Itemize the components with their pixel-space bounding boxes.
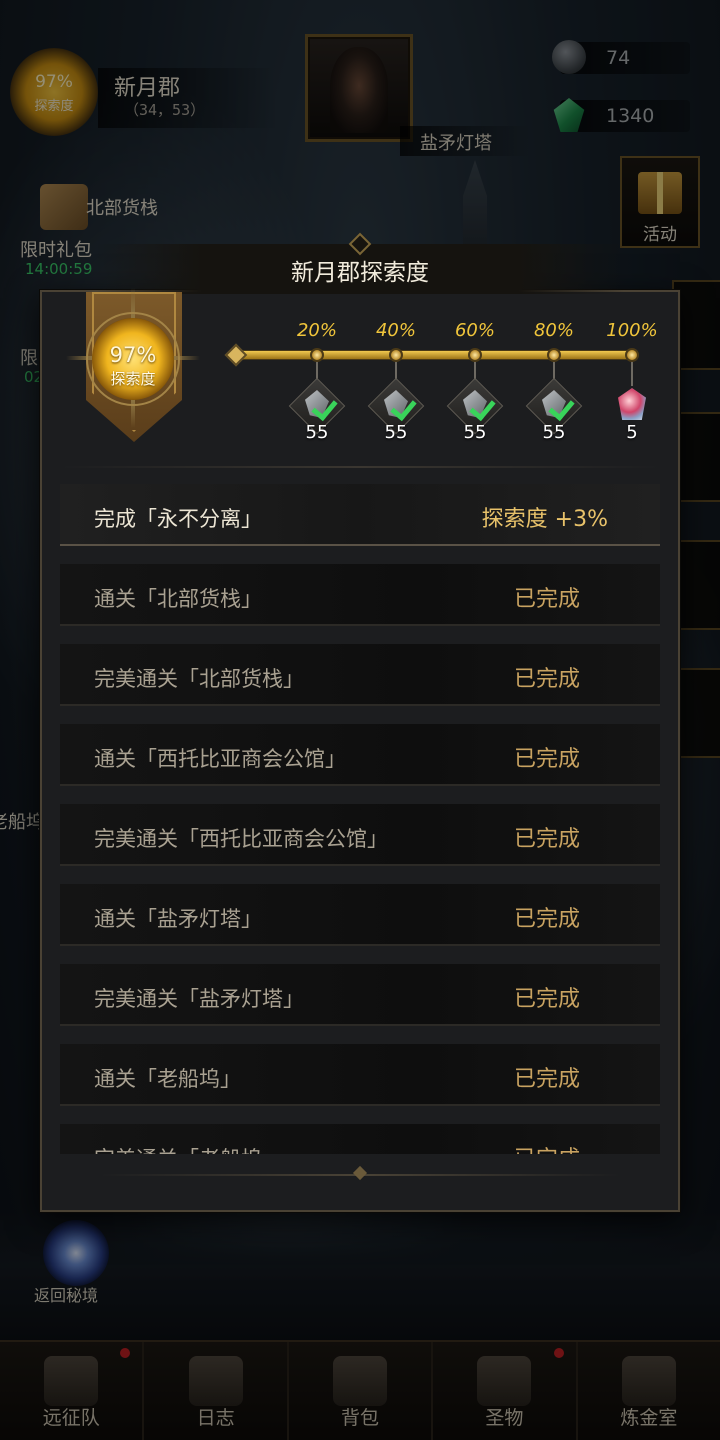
task-text: 完美通关「北部货栈」 <box>94 667 304 691</box>
reward-quantity: 5 <box>626 422 638 443</box>
milestone-100[interactable]: 100% 5 <box>592 320 672 443</box>
milestone-percent: 60% <box>454 320 495 341</box>
milestone-40[interactable]: 40% 55 <box>356 320 436 443</box>
milestone-20[interactable]: 20% 55 <box>277 320 357 443</box>
task-row[interactable]: 通关「西托比亚商会公馆」 已完成 <box>60 724 660 786</box>
reward-quantity: 55 <box>542 422 566 443</box>
task-row[interactable]: 通关「老船坞」 已完成 <box>60 1044 660 1106</box>
task-row[interactable]: 完成「永不分离」 探索度 +3% <box>60 484 660 546</box>
task-row[interactable]: 完美通关「老船坞」 已完成 <box>60 1124 660 1154</box>
milestone-percent: 100% <box>606 320 658 341</box>
claimed-check-icon <box>392 392 420 416</box>
modal-title: 新月郡探索度 <box>291 260 429 286</box>
task-list[interactable]: 完成「永不分离」 探索度 +3% 通关「北部货栈」 已完成 完美通关「北部货栈」… <box>60 484 660 1154</box>
milestone-node <box>625 348 639 362</box>
task-status: 已完成 <box>513 827 580 852</box>
milestone-80[interactable]: 80% 55 <box>514 320 594 443</box>
claimed-check-icon <box>313 392 341 416</box>
milestone-60[interactable]: 60% 55 <box>435 320 515 443</box>
task-text: 完成「永不分离」 <box>94 507 262 531</box>
task-status: 已完成 <box>513 667 580 692</box>
claimed-check-icon <box>550 392 578 416</box>
milestone-percent: 40% <box>375 320 416 341</box>
task-status: 已完成 <box>514 1141 580 1154</box>
milestone-percent: 80% <box>533 320 574 341</box>
divider <box>60 466 660 468</box>
dial-label: 探索度 <box>110 370 156 388</box>
task-row[interactable]: 完美通关「盐矛灯塔」 已完成 <box>60 964 660 1026</box>
exploration-progress-bar <box>240 350 636 360</box>
milestone-node <box>547 348 561 362</box>
task-status: 已完成 <box>513 1067 580 1092</box>
milestone-node <box>389 348 403 362</box>
task-row[interactable]: 完美通关「北部货栈」 已完成 <box>60 644 660 706</box>
dial-percent: 97% <box>109 343 157 367</box>
milestone-stem <box>631 362 633 386</box>
task-text: 通关「西托比亚商会公馆」 <box>94 747 346 771</box>
reward-quantity: 55 <box>463 422 487 443</box>
reward-quantity: 55 <box>384 422 408 443</box>
task-row[interactable]: 通关「北部货栈」 已完成 <box>60 564 660 626</box>
task-status: 已完成 <box>513 747 580 772</box>
milestone-node <box>468 348 482 362</box>
task-row[interactable]: 完美通关「西托比亚商会公馆」 已完成 <box>60 804 660 866</box>
milestone-percent: 20% <box>296 320 337 341</box>
task-status: 已完成 <box>513 587 580 612</box>
claimed-check-icon <box>471 392 499 416</box>
task-text: 完美通关「盐矛灯塔」 <box>94 987 304 1011</box>
task-status: 探索度 +3% <box>481 507 608 532</box>
task-status: 已完成 <box>513 907 580 932</box>
task-status: 已完成 <box>513 987 580 1012</box>
task-text: 完美通关「老船坞」 <box>94 1143 283 1154</box>
task-text: 通关「北部货栈」 <box>94 587 262 611</box>
task-text: 通关「盐矛灯塔」 <box>94 907 262 931</box>
task-text: 完美通关「西托比亚商会公馆」 <box>94 827 388 851</box>
task-row[interactable]: 通关「盐矛灯塔」 已完成 <box>60 884 660 946</box>
reward-quantity: 55 <box>305 422 329 443</box>
task-text: 通关「老船坞」 <box>94 1067 241 1091</box>
milestone-node <box>310 348 324 362</box>
